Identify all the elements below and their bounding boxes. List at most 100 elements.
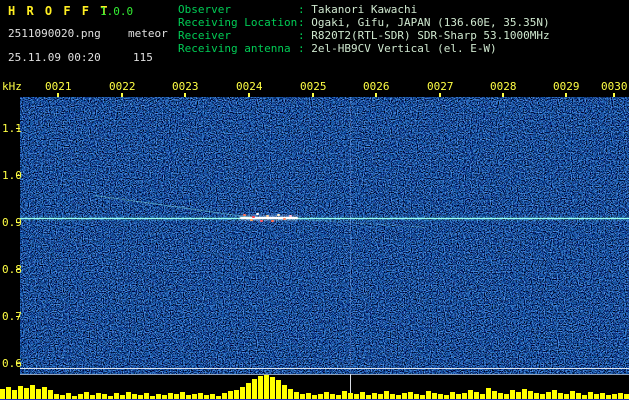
level-bar [462,393,467,399]
level-bar [576,393,581,399]
level-bar [480,394,485,399]
level-bar [522,389,527,399]
level-bar [540,394,545,399]
level-bar [366,395,371,399]
vertical-marker-faint [350,97,351,375]
meteor-echo-dot [283,218,286,220]
level-bar [36,389,41,399]
level-bar [192,394,197,399]
meteor-echo-dot [277,214,280,216]
level-bar [180,392,185,399]
level-bar [270,377,275,399]
level-bar [504,394,509,399]
level-bar [552,390,557,399]
level-bar [408,392,413,399]
level-bar [498,393,503,399]
aircraft-trace-line [94,195,252,218]
level-bar [48,390,53,399]
level-bar [564,394,569,399]
level-bar [12,390,17,399]
level-bar [288,389,293,399]
level-bar [120,395,125,399]
freq-tick [16,316,20,317]
level-bar [18,386,23,399]
level-bar [624,394,629,399]
hrofft-window: H R O F F T 1.0.0 2511090020.png meteor … [0,0,629,400]
level-bar [336,395,341,399]
calibration-line-upper [20,368,629,369]
level-bar [252,379,257,399]
level-bar [414,394,419,399]
aircraft-trace-line [299,219,425,228]
level-bar [612,394,617,399]
level-bar [450,392,455,399]
level-bar [486,388,491,399]
level-bar [528,391,533,399]
meteor-echo-dot [252,216,255,218]
level-bar [84,392,89,399]
level-bar [90,395,95,399]
level-bar [444,395,449,399]
freq-tick [16,128,20,129]
spectro-overlays [0,0,629,400]
level-bar [24,388,29,399]
level-bar [108,396,113,399]
level-bar [66,393,71,399]
level-bar [372,393,377,399]
level-bar [618,393,623,399]
level-bar [594,394,599,399]
level-bar [390,394,395,399]
level-bar [468,390,473,399]
meteor-echo-dot [260,220,263,222]
level-bar [474,392,479,399]
meteor-echo-dot [289,215,292,217]
level-bar [204,395,209,399]
freq-tick [16,175,20,176]
level-bar [0,389,5,399]
level-bar [420,395,425,399]
level-bar [354,394,359,399]
freq-tick [16,363,20,364]
level-bar [588,392,593,399]
level-bar [312,395,317,399]
level-bar [102,394,107,399]
level-bar [138,395,143,399]
level-bar [348,393,353,399]
meteor-echo-dot [256,213,259,215]
level-bar [132,394,137,399]
level-bar [264,375,269,399]
level-bar [6,387,11,399]
level-bar [318,394,323,399]
level-bar [144,393,149,399]
meteor-echo-dot [250,219,253,221]
level-bar [168,393,173,399]
level-bar [114,393,119,399]
level-bar [360,392,365,399]
signal-level-graph [0,375,629,400]
calibration-line-lower [20,374,629,375]
level-bar [126,392,131,399]
level-bar [534,393,539,399]
level-bar [60,395,65,399]
meteor-echo-dot [266,215,269,217]
level-bar [294,392,299,399]
level-bar [186,395,191,399]
level-bar [396,395,401,399]
level-bar [42,387,47,399]
level-bar [606,395,611,399]
level-bar [570,391,575,399]
level-bar [240,387,245,399]
freq-tick [16,222,20,223]
level-bar [54,394,59,399]
level-bar [546,392,551,399]
freq-tick [16,269,20,270]
level-bar [492,391,497,399]
level-bar [558,393,563,399]
level-bar [198,393,203,399]
level-bar [378,394,383,399]
freq-axis: 1.1 1.0 0.9 0.8 0.7 0.6 [0,0,22,400]
level-bar [174,394,179,399]
level-bar [72,396,77,399]
level-bar [516,392,521,399]
level-bar [300,394,305,399]
